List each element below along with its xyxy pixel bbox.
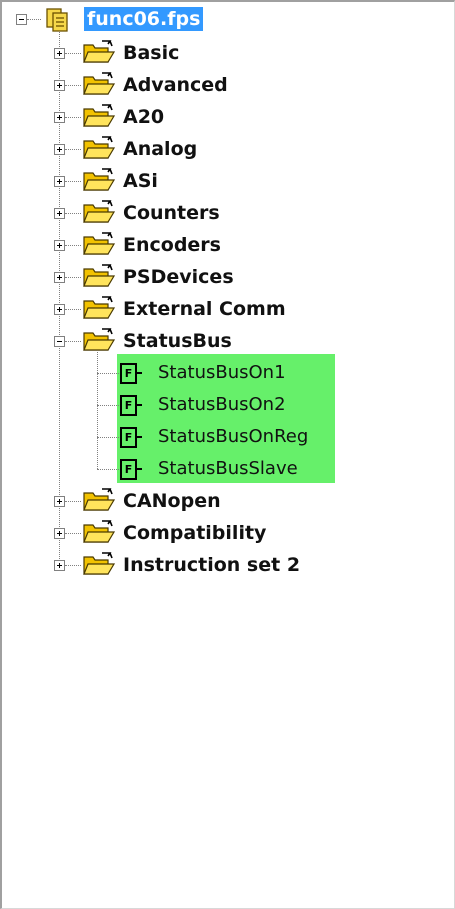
folder-advanced-label[interactable]: Advanced <box>123 73 228 97</box>
project-root-label[interactable]: func06.fps <box>84 7 204 31</box>
folder-basic-label[interactable]: Basic <box>123 41 179 65</box>
folder-open-icon <box>83 168 116 191</box>
folder-open-icon <box>83 296 116 319</box>
external-comm-expand-toggle[interactable] <box>54 304 65 315</box>
function-statusbuson1-label[interactable]: StatusBusOn1 <box>158 362 286 384</box>
folder-instruction-set-2-label[interactable]: Instruction set 2 <box>123 553 300 577</box>
folder-analog-label[interactable]: Analog <box>123 137 197 161</box>
folder-open-icon <box>83 200 116 223</box>
folder-asi-label[interactable]: ASi <box>123 169 158 193</box>
folder-canopen-label[interactable]: CANopen <box>123 489 221 513</box>
encoders-expand-toggle[interactable] <box>54 240 65 251</box>
analog-expand-toggle[interactable] <box>54 144 65 155</box>
folder-encoders-label[interactable]: Encoders <box>123 233 221 257</box>
folder-open-icon <box>83 552 116 575</box>
psdevices-expand-toggle[interactable] <box>54 272 65 283</box>
counters-expand-toggle[interactable] <box>54 208 65 219</box>
a20-expand-toggle[interactable] <box>54 112 65 123</box>
function-statusbusonreg-label[interactable]: StatusBusOnReg <box>158 426 308 448</box>
canopen-expand-toggle[interactable] <box>54 496 65 507</box>
instruction-set-2-expand-toggle[interactable] <box>54 560 65 571</box>
folder-compatibility-label[interactable]: Compatibility <box>123 521 266 545</box>
advanced-expand-toggle[interactable] <box>54 80 65 91</box>
folder-open-icon <box>83 328 116 351</box>
folder-open-icon <box>83 72 116 95</box>
library-tree-panel: func06.fps Basic Advanced A20 Analog ASi… <box>0 0 455 909</box>
function-block-icon: F <box>120 363 137 384</box>
folder-statusbus-label[interactable]: StatusBus <box>123 329 232 353</box>
folder-open-icon <box>83 488 116 511</box>
folder-open-icon <box>83 136 116 159</box>
folder-open-icon <box>83 104 116 127</box>
folder-external-comm-label[interactable]: External Comm <box>123 297 286 321</box>
function-block-icon: F <box>120 459 137 480</box>
folder-open-icon <box>83 520 116 543</box>
function-block-icon: F <box>120 427 137 448</box>
project-file-icon <box>46 8 68 32</box>
basic-expand-toggle[interactable] <box>54 48 65 59</box>
function-block-icon: F <box>120 395 137 416</box>
compatibility-expand-toggle[interactable] <box>54 528 65 539</box>
folder-psdevices-label[interactable]: PSDevices <box>123 265 234 289</box>
function-statusbusslave-label[interactable]: StatusBusSlave <box>158 458 298 480</box>
folder-open-icon <box>83 232 116 255</box>
function-statusbuson2-label[interactable]: StatusBusOn2 <box>158 394 286 416</box>
folder-open-icon <box>83 264 116 287</box>
statusbus-collapse-toggle[interactable] <box>54 336 65 347</box>
asi-expand-toggle[interactable] <box>54 176 65 187</box>
folder-open-icon <box>83 40 116 63</box>
folder-a20-label[interactable]: A20 <box>123 105 164 129</box>
folder-counters-label[interactable]: Counters <box>123 201 220 225</box>
root-collapse-toggle[interactable] <box>16 14 27 25</box>
